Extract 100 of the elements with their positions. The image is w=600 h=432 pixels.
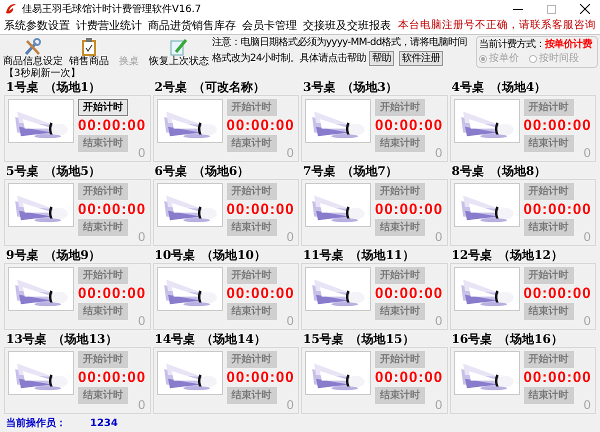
menu-item[interactable]: 会员卡管理 [242,18,297,34]
count-value: 0 [286,314,294,328]
help-button[interactable]: 帮助 [369,51,394,66]
table-name: 9号桌 [6,248,38,263]
maximize-icon [547,4,556,14]
count-value: 0 [286,146,294,160]
elapsed-time: 00:00:00 [375,285,444,302]
minimize-icon[interactable] [513,8,523,10]
venue-name: （场地13） [52,332,118,347]
table-name: 15号桌 [303,332,344,347]
venue-name: （场地1） [44,80,101,95]
start-timer-button[interactable]: 开始计时 [524,99,574,116]
venue-name: （可改名称） [192,80,265,95]
elapsed-time: 00:00:00 [78,117,146,134]
end-timer-button[interactable]: 结束计时 [226,219,276,236]
billing-label: 当前计费方式： [479,38,545,50]
toolbar-button[interactable]: 销售商品 [67,36,111,68]
count-value: 0 [138,230,146,244]
end-timer-button[interactable]: 结束计时 [524,303,574,320]
end-timer-button[interactable]: 结束计时 [78,303,128,320]
start-timer-button[interactable]: 开始计时 [524,351,574,368]
elapsed-time: 00:00:00 [524,117,592,134]
table-name: 4号桌 [452,80,484,95]
table-name: 12号桌 [452,248,492,263]
start-timer-button[interactable]: 开始计时 [78,183,128,200]
venue-name: （场地5） [44,164,101,179]
window-title: 佳易王羽毛球馆计时计费管理软件V16.7 [22,2,202,16]
start-timer-button[interactable]: 开始计时 [375,267,425,284]
start-timer-button[interactable]: 开始计时 [524,183,574,200]
table-name: 3号桌 [303,80,336,95]
count-value: 0 [583,398,591,412]
venue-name: （场地15） [350,332,414,347]
table-name: 10号桌 [154,248,196,263]
end-timer-button[interactable]: 结束计时 [375,135,425,152]
end-timer-button[interactable]: 结束计时 [226,387,276,404]
menu-item[interactable]: 商品进货销售库存 [148,18,236,34]
table-name: 5号桌 [6,164,38,179]
operator-value: 1234 [90,418,118,430]
count-value: 0 [138,314,146,328]
elapsed-time: 00:00:00 [375,117,444,134]
count-value: 0 [286,398,294,412]
clipboard-icon [81,38,97,56]
toolbar-button[interactable]: 商品信息设定 [1,36,65,68]
end-timer-button[interactable]: 结束计时 [78,387,128,404]
start-timer-button[interactable]: 开始计时 [78,267,128,284]
start-timer-button[interactable]: 开始计时 [375,351,425,368]
table-name: 16号桌 [452,332,492,347]
operator-label: 当前操作员： [6,418,66,430]
count-value: 0 [583,314,591,328]
venue-name: （场地9） [44,248,101,263]
notepad-pen-icon [170,38,188,56]
end-timer-button[interactable]: 结束计时 [524,135,574,152]
end-timer-button[interactable]: 结束计时 [375,387,425,404]
menu-item[interactable]: 交接班及交班报表 [303,18,391,34]
elapsed-time: 00:00:00 [226,201,295,218]
table-name: 14号桌 [154,332,196,347]
count-value: 0 [138,398,146,412]
venue-name: （场地3） [341,80,398,95]
venue-name: （场地6） [192,164,250,179]
venue-name: （场地14） [201,332,266,347]
start-timer-button[interactable]: 开始计时 [226,267,276,284]
register-button[interactable]: 软件注册 [399,51,444,66]
toolbar-button[interactable]: 恢复上次状态 [147,36,211,68]
end-timer-button[interactable]: 结束计时 [78,135,128,152]
end-timer-button[interactable]: 结束计时 [524,387,574,404]
table-name: 2号桌 [154,80,187,95]
venue-name: （场地7） [341,164,398,179]
end-timer-button[interactable]: 结束计时 [78,219,128,236]
menu-item[interactable]: 计费营业统计 [76,18,142,34]
elapsed-time: 00:00:00 [524,285,592,302]
start-timer-button[interactable]: 开始计时 [375,99,425,116]
registration-warning: 本台电脑注册号不正确，请联系客服咨询 [398,18,596,34]
elapsed-time: 00:00:00 [226,117,295,134]
close-icon[interactable] [580,4,590,14]
start-timer-button[interactable]: 开始计时 [375,183,425,200]
start-timer-button[interactable]: 开始计时 [524,267,574,284]
count-value: 0 [434,230,442,244]
venue-name: （场地8） [490,164,546,179]
end-timer-button[interactable]: 结束计时 [226,303,276,320]
venue-name: （场地11） [350,248,414,263]
tools-icon [23,38,43,56]
app-logo-icon [4,2,18,16]
end-timer-button[interactable]: 结束计时 [375,303,425,320]
start-timer-button[interactable]: 开始计时 [226,351,276,368]
start-timer-button[interactable]: 开始计时 [78,99,128,116]
start-timer-button[interactable]: 开始计时 [78,351,128,368]
venue-name: （场地10） [201,248,266,263]
elapsed-time: 00:00:00 [375,201,444,218]
end-timer-button[interactable]: 结束计时 [524,219,574,236]
start-timer-button[interactable]: 开始计时 [226,183,276,200]
menu-item[interactable]: 系统参数设置 [4,18,70,34]
count-value: 0 [286,230,294,244]
end-timer-button[interactable]: 结束计时 [226,135,276,152]
count-value: 0 [434,314,442,328]
elapsed-time: 00:00:00 [226,285,295,302]
elapsed-time: 00:00:00 [524,369,592,386]
end-timer-button[interactable]: 结束计时 [375,219,425,236]
table-name: 1号桌 [6,80,38,95]
start-timer-button[interactable]: 开始计时 [226,99,276,116]
table-name: 7号桌 [303,164,336,179]
